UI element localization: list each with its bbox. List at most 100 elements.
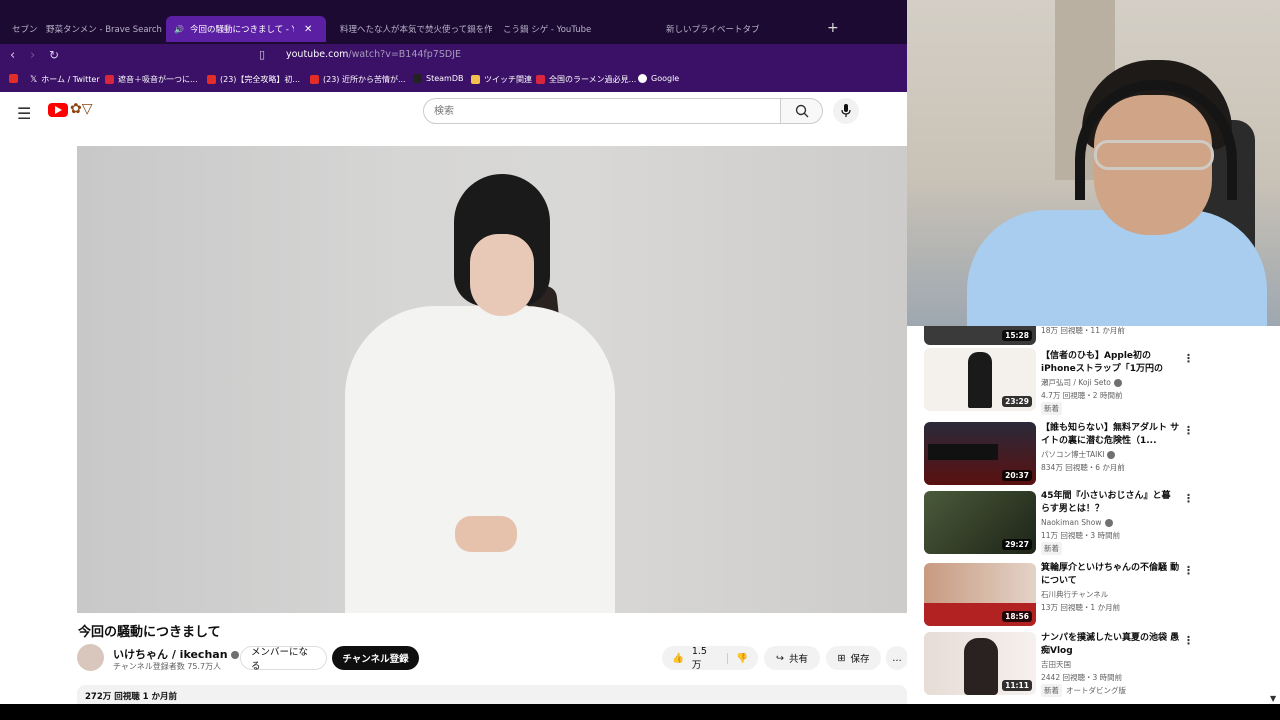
bookmark-folder-twitch[interactable]: ツイッチ関連 <box>471 74 532 85</box>
tab-title: 料理へたな人が本気で焚火使って鍋を作 <box>340 25 492 35</box>
recommendation-title[interactable]: 箕輪厚介といけちゃんの不倫騒 動について <box>1041 562 1181 588</box>
bottom-bar <box>0 704 1280 720</box>
recommendation-thumbnail[interactable]: 29:27 <box>924 491 1036 554</box>
webcam-shirt <box>967 210 1267 326</box>
bookmark-icon <box>105 75 114 84</box>
video-frame-shirt <box>345 306 615 613</box>
voice-search-button[interactable] <box>833 98 859 124</box>
duration-badge: 23:29 <box>1002 396 1032 407</box>
close-tab-icon[interactable]: ✕ <box>304 24 312 35</box>
recommendation-info: 【信者のひも】Apple初の iPhoneストラップ「1万円のヒ... 瀬戸弘司… <box>1041 350 1181 415</box>
tab-title: 今回の騒動につきまして - YouTube <box>189 25 294 35</box>
scroll-down-icon[interactable]: ▼ <box>1270 694 1276 703</box>
new-badge: 新着 <box>1041 402 1062 415</box>
recommendation-channel[interactable]: 石川典行チャンネル <box>1041 588 1181 601</box>
new-tab-button[interactable]: + <box>827 20 839 36</box>
join-membership-button[interactable]: メンバーになる <box>240 646 327 672</box>
new-badge: 新着 <box>1041 542 1062 555</box>
doodle-logo-icon[interactable]: ✿▽ <box>70 101 93 117</box>
recommendation-title[interactable]: 【誰も知らない】無料アダルト サイトの裏に潜む危険性（1... <box>1041 422 1181 448</box>
verified-icon <box>1104 519 1113 527</box>
description-box[interactable]: 272万 回視聴 1 か月前 <box>77 685 907 704</box>
back-icon[interactable]: ‹ <box>10 48 15 63</box>
channel-avatar[interactable] <box>77 644 104 671</box>
folder-icon <box>471 75 480 84</box>
recommendation-thumbnail[interactable]: 20:37 <box>924 422 1036 485</box>
recommendation-thumbnail[interactable]: 18:56 <box>924 563 1036 626</box>
youtube-icon <box>9 74 18 83</box>
reload-icon[interactable]: ↻ <box>49 48 59 62</box>
tab-youtube-active[interactable]: 🔊 今回の騒動につきまして - YouTube ✕ <box>166 16 326 42</box>
screen: セブン 野菜タンメン - Brave Search 🔊 今回の騒動につきまして … <box>0 0 1280 720</box>
microphone-icon <box>841 104 851 117</box>
tab-title: こう鍋 シゲ - YouTube <box>503 25 592 35</box>
bookmark-page-icon[interactable]: ▯ <box>259 48 265 61</box>
share-button[interactable]: ↪ 共有 <box>764 646 820 670</box>
bookmark-guide[interactable]: (23)【完全攻略】初... <box>207 74 300 85</box>
recommendation-info: 箕輪厚介といけちゃんの不倫騒 動について 石川典行チャンネル 13万 回視聴・1… <box>1041 562 1181 614</box>
like-button[interactable]: 👍 1.5万 👎 <box>662 645 758 671</box>
tab-brave-search[interactable]: セブン 野菜タンメン - Brave Search <box>4 16 164 42</box>
more-options-icon[interactable]: ⋮ <box>1183 352 1194 365</box>
duration-badge: 15:28 <box>1002 330 1032 341</box>
recommendation-thumbnail[interactable]: 11:11 <box>924 632 1036 695</box>
subscribe-button[interactable]: チャンネル登録 <box>332 646 419 670</box>
youtube-icon <box>310 75 319 84</box>
verified-icon <box>1107 451 1116 459</box>
recommendation-meta: 11万 回視聴・3 時間前 <box>1041 531 1121 540</box>
more-options-icon[interactable]: ⋮ <box>1183 634 1194 647</box>
tab-nabe-video[interactable]: こう鍋 シゲ - YouTube <box>495 16 655 42</box>
recommendation-meta: 18万 回視聴・11 か月前 <box>1041 326 1125 335</box>
more-actions-button[interactable]: … <box>886 646 907 670</box>
bookmark-ramen[interactable]: 全国のラーメン過必見... <box>536 74 636 85</box>
channel-name-link[interactable]: いけちゃん / ikechan <box>113 646 239 662</box>
recommendation-info: 18万 回視聴・11 か月前 <box>1041 326 1181 337</box>
auto-dub-badge: オートダビング版 <box>1066 686 1126 695</box>
recommendation-info: 【誰も知らない】無料アダルト サイトの裏に潜む危険性（1... パソコン博士TA… <box>1041 422 1181 474</box>
recommendation-title[interactable]: 45年間『小さいおじさん』と暮 らす男とは！？ <box>1041 490 1181 516</box>
bookmark-google[interactable]: Google <box>638 74 679 83</box>
bookmark-complaint[interactable]: (23) 近所から苦情が... <box>310 74 406 85</box>
search-icon <box>795 104 808 118</box>
video-frame-hands <box>455 516 517 552</box>
bookmark-youtube[interactable] <box>9 74 18 83</box>
bookmark-soundproof[interactable]: 遮音＋吸音が一つに... <box>105 74 198 85</box>
bookmarks-bar: 𝕏 ホーム / Twitter 遮音＋吸音が一つに... (23)【完全攻略】初.… <box>0 68 907 92</box>
recommendation-channel[interactable]: 瀬戸弘司 / Koji Seto <box>1041 376 1181 389</box>
recommendation-info: 45年間『小さいおじさん』と暮 らす男とは！？ Naokiman Show 11… <box>1041 490 1181 555</box>
recommendations-sidebar: 15:28 18万 回視聴・11 か月前 23:29 【信者のひも】Apple初… <box>907 326 1280 704</box>
tab-private[interactable]: 新しいプライベートタブ <box>658 16 818 42</box>
tab-cooking-video[interactable]: 料理へたな人が本気で焚火使って鍋を作 <box>332 16 492 42</box>
steamdb-icon <box>413 74 422 83</box>
url-field[interactable]: youtube.com/watch?v=B144fp7SDJE <box>286 49 461 60</box>
recommendation-channel[interactable]: 吉田天国 <box>1041 658 1181 671</box>
thumbs-up-icon: 👍 <box>672 652 684 664</box>
tab-title: セブン 野菜タンメン - Brave Search <box>12 25 162 35</box>
recommendation-thumbnail[interactable]: 15:28 <box>924 326 1036 345</box>
recommendation-channel[interactable]: パソコン博士TAIKI <box>1041 448 1181 461</box>
more-options-icon[interactable]: ⋮ <box>1183 492 1194 505</box>
recommendation-thumbnail[interactable]: 23:29 <box>924 348 1036 411</box>
recommendation-channel[interactable]: Naokiman Show <box>1041 516 1181 529</box>
bookmark-twitter[interactable]: 𝕏 ホーム / Twitter <box>30 74 100 85</box>
more-options-icon[interactable]: ⋮ <box>1183 564 1194 577</box>
youtube-page: ☰ ✿▽ 今回の騒動につきまして いけちゃん / ikechan チャンネル登録… <box>0 92 907 704</box>
save-button[interactable]: ⊞ 保存 <box>826 646 881 670</box>
url-domain: youtube.com <box>286 49 349 60</box>
bookmark-steamdb[interactable]: SteamDB <box>413 74 463 83</box>
recommendation-title[interactable]: 【信者のひも】Apple初の iPhoneストラップ「1万円のヒ... <box>1041 350 1181 376</box>
x-icon: 𝕏 <box>30 74 38 85</box>
recommendation-meta: 834万 回視聴・6 か月前 <box>1041 463 1125 472</box>
webcam-overlay <box>907 0 1280 326</box>
video-player[interactable] <box>77 146 907 613</box>
more-options-icon[interactable]: ⋮ <box>1183 424 1194 437</box>
search-button[interactable] <box>780 98 823 124</box>
like-count: 1.5万 <box>691 645 707 671</box>
forward-icon[interactable]: › <box>30 48 35 63</box>
menu-icon[interactable]: ☰ <box>17 104 31 123</box>
recommendation-title[interactable]: ナンパを撲滅したい真夏の池袋 愚痴Vlog <box>1041 632 1181 658</box>
dislike-button-icon[interactable]: 👎 <box>727 652 748 664</box>
recommendation-info: ナンパを撲滅したい真夏の池袋 愚痴Vlog 吉田天国 2442 回視聴・3 時間… <box>1041 632 1181 697</box>
search-input[interactable] <box>423 98 781 124</box>
youtube-logo-icon[interactable] <box>48 103 68 117</box>
